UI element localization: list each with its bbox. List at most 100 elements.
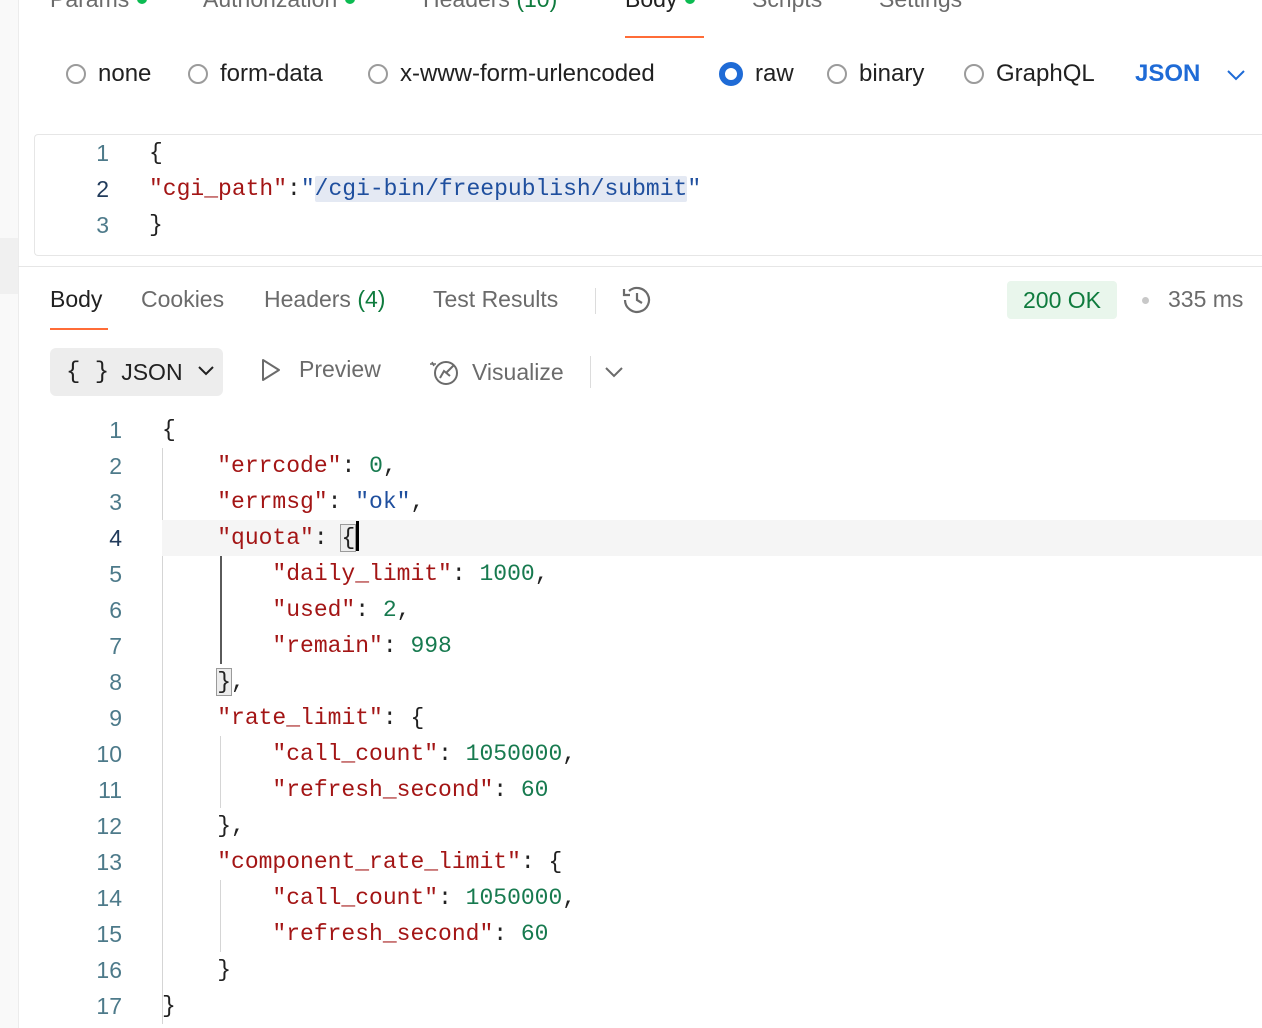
code-line: 16 } [34,952,1262,988]
code-line: 1 { [34,412,1262,448]
json-key: "component_rate_limit" [217,849,521,875]
tab-body-indicator-dot [685,0,696,4]
line-number: 1 [109,417,122,443]
line-number: 12 [96,813,122,839]
radio-x-www-form-urlencoded[interactable]: x-www-form-urlencoded [368,60,655,88]
radio-graphql[interactable]: GraphQL [964,60,1095,88]
tab-params[interactable]: Params [50,0,148,13]
raw-format-label: JSON [1135,60,1201,87]
visualize-options-chevron-icon[interactable] [604,360,624,389]
code-line: 2 "cgi_path":"/cgi-bin/freepublish/submi… [35,176,1262,212]
code-line-active: 4 "quota": { [109,520,1262,556]
json-brace: } [217,957,232,983]
json-key: "quota" [217,525,314,551]
code-line: 17 } [34,988,1262,1024]
sidebar-resize-handle[interactable] [0,238,18,294]
raw-format-dropdown[interactable]: JSON [1135,60,1246,88]
tab-headers-label: Headers [423,0,510,12]
tab-authorization[interactable]: Authorization [203,0,356,13]
code-text: "errmsg": "ok", [217,489,425,515]
code-text: "used": 2, [272,597,411,623]
tab-params-label: Params [50,0,129,12]
code-text: }, [217,813,245,839]
response-tab-body[interactable]: Body [50,286,102,313]
tab-body[interactable]: Body [625,0,696,13]
tab-body-label: Body [625,0,677,12]
history-icon[interactable] [620,284,654,321]
line-number: 6 [109,597,122,623]
preview-button[interactable]: Preview [259,356,381,383]
code-line: 2 "errcode": 0, [34,448,1262,484]
json-number-value: 0 [369,453,383,479]
json-key: "rate_limit" [217,705,383,731]
text-cursor [356,520,360,551]
active-tab-underline [625,36,704,38]
status-badge[interactable]: 200 OK [1007,281,1117,319]
code-line: 3 } [35,212,1262,248]
code-line: 6 "used": 2, [34,592,1262,628]
request-body-editor[interactable]: 1 { 2 "cgi_path":"/cgi-bin/freepublish/s… [34,134,1262,256]
line-number: 16 [96,957,122,983]
tab-params-indicator-dot [137,0,148,4]
radio-circle-icon [964,64,984,84]
line-number: 5 [109,561,122,587]
code-text: }, [216,668,245,696]
radio-circle-icon [827,64,847,84]
radio-none-label: none [98,60,152,87]
radio-form-data[interactable]: form-data [188,60,323,88]
radio-circle-icon [368,64,388,84]
visualize-icon [428,356,462,388]
json-key: "errcode" [217,453,342,479]
radio-none[interactable]: none [66,60,151,88]
pane-divider[interactable] [18,266,1262,267]
json-number-value: 1000 [479,561,535,587]
visualize-label: Visualize [472,358,564,385]
response-tab-test-results[interactable]: Test Results [433,286,558,313]
json-key: "cgi_path" [149,176,288,202]
tab-settings-label: Settings [879,0,962,12]
json-number-value: 1050000 [465,885,563,911]
json-key: "used" [272,597,356,623]
json-number-value: 60 [520,921,549,947]
json-key: "daily_limit" [272,561,452,587]
line-number: 11 [98,777,122,803]
response-body-viewer[interactable]: 1 { 2 "errcode": 0, 3 "errmsg": "ok", 4 … [34,412,1262,1028]
tab-settings[interactable]: Settings [879,0,962,13]
line-number: 14 [96,885,122,911]
code-line: 8 }, [34,664,1262,700]
radio-binary-label: binary [859,60,925,87]
code-text: } [149,212,163,238]
line-number: 2 [109,453,122,479]
json-brace: { [410,705,425,731]
json-string-value: "/cgi-bin/freepublish/submit" [300,176,702,202]
play-icon [259,357,283,383]
line-number: 10 [96,741,122,767]
json-string-value: "ok" [355,489,411,515]
code-line: 15 "refresh_second": 60 [34,916,1262,952]
radio-circle-icon [188,64,208,84]
line-number: 4 [109,525,122,551]
line-number: 9 [109,705,122,731]
radio-raw[interactable]: raw [719,60,794,88]
tab-authorization-indicator-dot [345,0,356,4]
response-tab-headers[interactable]: Headers (4) [264,286,385,313]
code-line: 10 "call_count": 1050000, [34,736,1262,772]
code-text: } [162,952,231,988]
code-text: "refresh_second": 60 [272,777,549,803]
radio-binary[interactable]: binary [827,60,924,88]
response-time[interactable]: 335 ms [1168,286,1243,313]
visualize-button[interactable]: Visualize [428,356,564,388]
response-tab-cookies[interactable]: Cookies [141,286,224,313]
chevron-down-icon [1226,60,1246,88]
code-line: 3 "errmsg": "ok", [34,484,1262,520]
tab-scripts[interactable]: Scripts [752,0,822,13]
code-text: "errcode": 0, [217,453,397,479]
code-text: { [149,140,163,166]
response-tab-cookies-label: Cookies [141,286,225,312]
json-colon: : [287,176,301,202]
matched-bracket: { [340,524,357,552]
preview-label: Preview [299,356,381,382]
tab-headers[interactable]: Headers (10) [423,0,557,13]
response-format-dropdown[interactable]: { } JSON [50,348,223,396]
line-number: 15 [96,921,122,947]
